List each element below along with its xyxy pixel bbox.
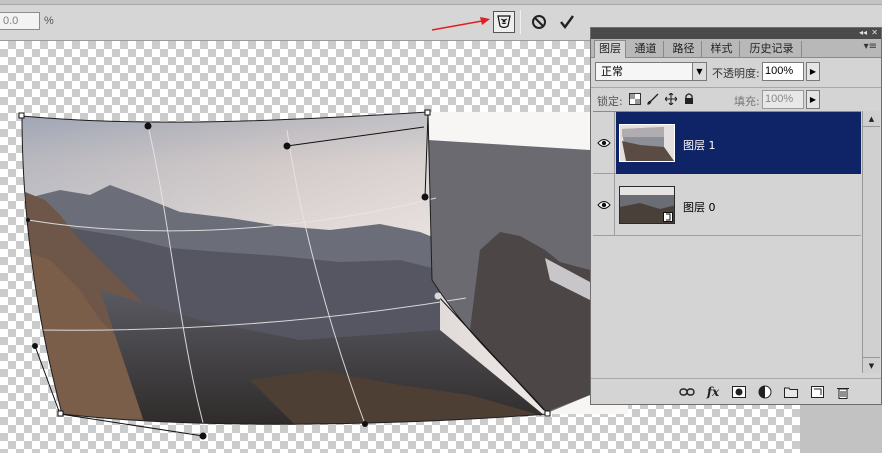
opacity-slider-button[interactable]: ▶ — [806, 62, 820, 81]
lock-all-icon[interactable] — [683, 93, 695, 105]
cancel-transform-button[interactable] — [528, 11, 550, 33]
new-layer-icon[interactable] — [809, 385, 825, 399]
layers-panel: ◂◂ ✕ 图层 通道 路径 样式 历史记录 ▾≡ 正常 ▼ 不透明度: 100%… — [590, 27, 882, 405]
scroll-up-icon[interactable]: ▲ — [863, 111, 880, 127]
collapse-icon[interactable]: ◂◂ — [859, 27, 867, 38]
visibility-toggle[interactable] — [593, 112, 615, 174]
eye-icon — [596, 139, 611, 147]
options-separator — [520, 10, 521, 34]
tab-paths[interactable]: 路径 — [666, 41, 702, 58]
tab-channels[interactable]: 通道 — [628, 41, 664, 58]
close-icon[interactable]: ✕ — [871, 27, 878, 38]
panel-menu-icon[interactable]: ▾≡ — [864, 41, 877, 52]
fill-label: 填充: — [734, 95, 760, 108]
warp-mode-toggle[interactable] — [493, 11, 515, 33]
tab-history[interactable]: 历史记录 — [742, 41, 802, 58]
panel-tabs: 图层 通道 路径 样式 历史记录 ▾≡ — [591, 39, 881, 58]
add-mask-icon[interactable] — [731, 385, 747, 399]
layers-scrollbar[interactable]: ▲ ▼ — [862, 111, 880, 373]
blend-mode-value: 正常 — [601, 65, 623, 78]
panel-header-bar[interactable]: ◂◂ ✕ — [591, 28, 881, 39]
blend-mode-select[interactable]: 正常 ▼ — [595, 62, 707, 81]
cancel-icon — [532, 15, 546, 29]
adjustment-layer-icon[interactable] — [757, 385, 773, 399]
lock-label: 锁定: — [597, 95, 623, 108]
lock-row: 锁定: 填充: 100% ▶ — [591, 87, 881, 111]
lock-position-move-icon[interactable] — [665, 93, 677, 105]
fill-slider-button[interactable]: ▶ — [806, 90, 820, 109]
visibility-toggle[interactable] — [593, 174, 615, 236]
opacity-label: 不透明度: — [712, 67, 760, 80]
tab-styles[interactable]: 样式 — [704, 41, 740, 58]
panel-footer: fx — [591, 378, 881, 404]
eye-icon — [596, 201, 611, 209]
checkmark-icon — [560, 15, 574, 29]
layer-style-fx-icon[interactable]: fx — [705, 385, 721, 399]
options-value-field[interactable]: 0.0 — [0, 12, 40, 30]
commit-transform-button[interactable] — [556, 11, 578, 33]
blend-row: 正常 ▼ 不透明度: 100% ▶ — [591, 59, 881, 85]
warp-mode-icon — [497, 15, 511, 29]
lock-pixels-brush-icon[interactable] — [647, 93, 659, 105]
layers-list: 图层 1 图层 0 — [593, 111, 861, 373]
layer-thumbnail — [619, 124, 675, 162]
layer-thumbnail — [619, 186, 675, 224]
scroll-down-icon[interactable]: ▼ — [863, 357, 880, 373]
options-bar-top-edge — [0, 0, 882, 5]
smart-object-icon — [663, 212, 673, 222]
lock-transparency-icon[interactable] — [629, 93, 641, 105]
chevron-down-icon[interactable]: ▼ — [692, 63, 706, 80]
layer-row-1[interactable]: 图层 1 — [593, 112, 861, 174]
fill-input[interactable]: 100% — [762, 90, 804, 109]
new-group-folder-icon[interactable] — [783, 385, 799, 399]
layer-name[interactable]: 图层 1 — [683, 137, 716, 153]
delete-layer-icon[interactable] — [835, 385, 851, 399]
link-layers-icon[interactable] — [679, 385, 695, 399]
annotation-arrow — [431, 17, 490, 31]
opacity-input[interactable]: 100% — [762, 62, 804, 81]
layer-row-0[interactable]: 图层 0 — [593, 174, 861, 236]
tab-layers[interactable]: 图层 — [594, 40, 626, 58]
layer-name[interactable]: 图层 0 — [683, 199, 716, 215]
options-unit-label: % — [44, 15, 54, 27]
